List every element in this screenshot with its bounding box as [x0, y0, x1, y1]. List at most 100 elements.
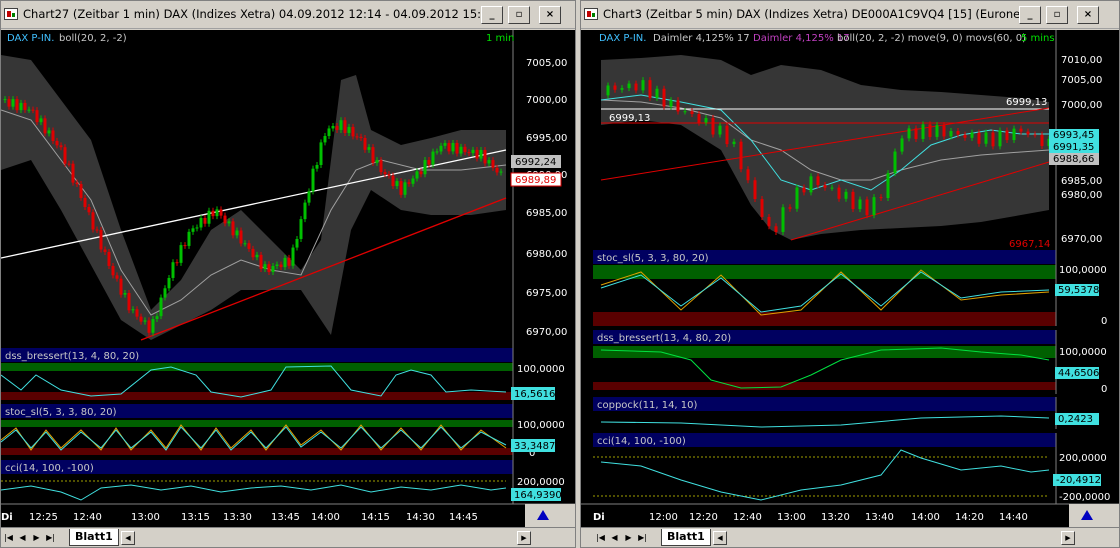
- close-button[interactable]: ×: [539, 6, 561, 24]
- candle-body: [928, 124, 932, 137]
- price-tick-label: 6970,00: [1061, 234, 1102, 245]
- candle-body: [199, 217, 203, 228]
- candle-body: [323, 136, 327, 143]
- right-title-bar[interactable]: Chart3 (Zeitbar 5 min) DAX (Indizes Xetr…: [581, 1, 1119, 29]
- candle-body: [47, 130, 51, 134]
- sheet-tab-blatt1[interactable]: Blatt1: [661, 529, 711, 546]
- legend-name: DAX P-IN.: [7, 33, 54, 44]
- maximize-button[interactable]: ▫: [508, 6, 530, 24]
- candle-body: [984, 132, 988, 144]
- candle-body: [243, 243, 247, 245]
- scroll-right-button[interactable]: ▶: [517, 531, 531, 545]
- left-chart-svg[interactable]: 7005,007000,006995,006990,006985,006980,…: [1, 30, 575, 528]
- maximize-button[interactable]: ▫: [1046, 6, 1068, 24]
- candle-body: [187, 231, 191, 246]
- candle-body: [739, 141, 743, 170]
- time-tick-label: 12:20: [689, 512, 718, 523]
- candle-body: [431, 151, 435, 165]
- candle-body: [407, 182, 411, 184]
- legend-name: DAX P-IN.: [599, 33, 646, 44]
- candle-body: [151, 319, 155, 333]
- candle-body: [655, 88, 659, 98]
- price-tick-label: 6980,00: [1061, 190, 1102, 201]
- scroll-right-button[interactable]: ▶: [1061, 531, 1075, 545]
- left-title-bar[interactable]: Chart27 (Zeitbar 1 min) DAX (Indizes Xet…: [1, 1, 575, 29]
- candle-body: [359, 136, 363, 138]
- candle-body: [67, 163, 71, 165]
- candle-body: [998, 130, 1002, 147]
- right-chart-svg[interactable]: 6999,13 6999,13 7010,00 7005,00 7000,00 698…: [581, 30, 1119, 528]
- candle-body: [613, 85, 617, 90]
- candle-body: [27, 109, 31, 111]
- candle-body: [115, 275, 119, 279]
- candle-body: [339, 120, 343, 130]
- right-window-title: Chart3 (Zeitbar 5 min) DAX (Indizes Xetr…: [603, 7, 1036, 21]
- chart-app-icon: [4, 8, 18, 20]
- candle-body: [809, 176, 813, 193]
- candle-body: [1012, 128, 1016, 141]
- cci-badge-text: -20,4912: [1056, 475, 1101, 486]
- candle-body: [921, 124, 925, 139]
- candle-body: [303, 202, 307, 220]
- candle-body: [387, 174, 391, 176]
- candle-body: [746, 169, 750, 181]
- last-sheet-icon[interactable]: ▶|: [637, 531, 648, 545]
- close-button[interactable]: ×: [1077, 6, 1099, 24]
- svg-text:200,0000: 200,0000: [517, 477, 565, 488]
- line-label-left: 6999,13: [609, 113, 650, 124]
- candle-body: [179, 245, 183, 263]
- next-sheet-icon[interactable]: ▶: [31, 531, 42, 545]
- right-chart-area[interactable]: 6999,13 6999,13 7010,00 7005,00 7000,00 698…: [581, 30, 1119, 528]
- candle-body: [263, 264, 267, 269]
- bottom-red-label: 6967,14: [1009, 239, 1050, 250]
- prev-sheet-icon[interactable]: ◀: [609, 531, 620, 545]
- dss-panel-label: dss_bressert(13, 4, 80, 20): [597, 333, 731, 344]
- svg-text:100,0000: 100,0000: [1059, 347, 1107, 358]
- right-chart-window: Chart3 (Zeitbar 5 min) DAX (Indizes Xetr…: [580, 0, 1120, 548]
- candle-body: [865, 199, 869, 216]
- scroll-left-button[interactable]: ◀: [713, 531, 727, 545]
- left-chart-area[interactable]: 7005,007000,006995,006990,006985,006980,…: [1, 30, 575, 528]
- candle-body: [119, 278, 123, 295]
- svg-text:100,0000: 100,0000: [1059, 265, 1107, 276]
- first-sheet-icon[interactable]: |◀: [3, 531, 14, 545]
- time-axis-day: Di: [593, 512, 605, 523]
- candle-body: [774, 226, 778, 233]
- sheet-tab-blatt1[interactable]: Blatt1: [69, 529, 119, 546]
- time-tick-label: 13:20: [821, 512, 850, 523]
- time-tick-label: 14:00: [911, 512, 940, 523]
- price-badge-3-text: 6988,66: [1053, 154, 1094, 165]
- candle-body: [311, 168, 315, 192]
- left-price-axis: [513, 30, 575, 348]
- candle-body: [95, 229, 99, 231]
- candle-body: [79, 184, 83, 198]
- candle-body: [463, 146, 467, 153]
- prev-sheet-icon[interactable]: ◀: [17, 531, 28, 545]
- candle-body: [662, 88, 666, 107]
- cci-panel-label: cci(14, 100, -100): [597, 436, 686, 447]
- candle-body: [379, 160, 383, 173]
- candle-body: [634, 83, 638, 91]
- scroll-left-button[interactable]: ◀: [121, 531, 135, 545]
- candle-body: [127, 293, 131, 311]
- candle-body: [55, 140, 59, 146]
- minimize-button[interactable]: _: [481, 6, 503, 24]
- legend-study: boll(20, 2, -2) move(9, 0) movs(60, 0): [837, 33, 1026, 44]
- time-tick-label: 13:00: [777, 512, 806, 523]
- candle-body: [970, 132, 974, 138]
- candle-body: [753, 180, 757, 200]
- candle-body: [483, 150, 487, 164]
- candle-body: [371, 147, 375, 163]
- left-window-title: Chart27 (Zeitbar 1 min) DAX (Indizes Xet…: [23, 7, 496, 21]
- candle-body: [235, 230, 239, 236]
- candle-body: [351, 126, 355, 137]
- candle-body: [391, 175, 395, 187]
- minimize-button[interactable]: _: [1019, 6, 1041, 24]
- candle-body: [471, 149, 475, 154]
- last-sheet-icon[interactable]: ▶|: [45, 531, 56, 545]
- candle-body: [676, 100, 680, 112]
- candle-body: [267, 264, 271, 273]
- time-tick-label: 14:30: [406, 512, 435, 523]
- next-sheet-icon[interactable]: ▶: [623, 531, 634, 545]
- first-sheet-icon[interactable]: |◀: [595, 531, 606, 545]
